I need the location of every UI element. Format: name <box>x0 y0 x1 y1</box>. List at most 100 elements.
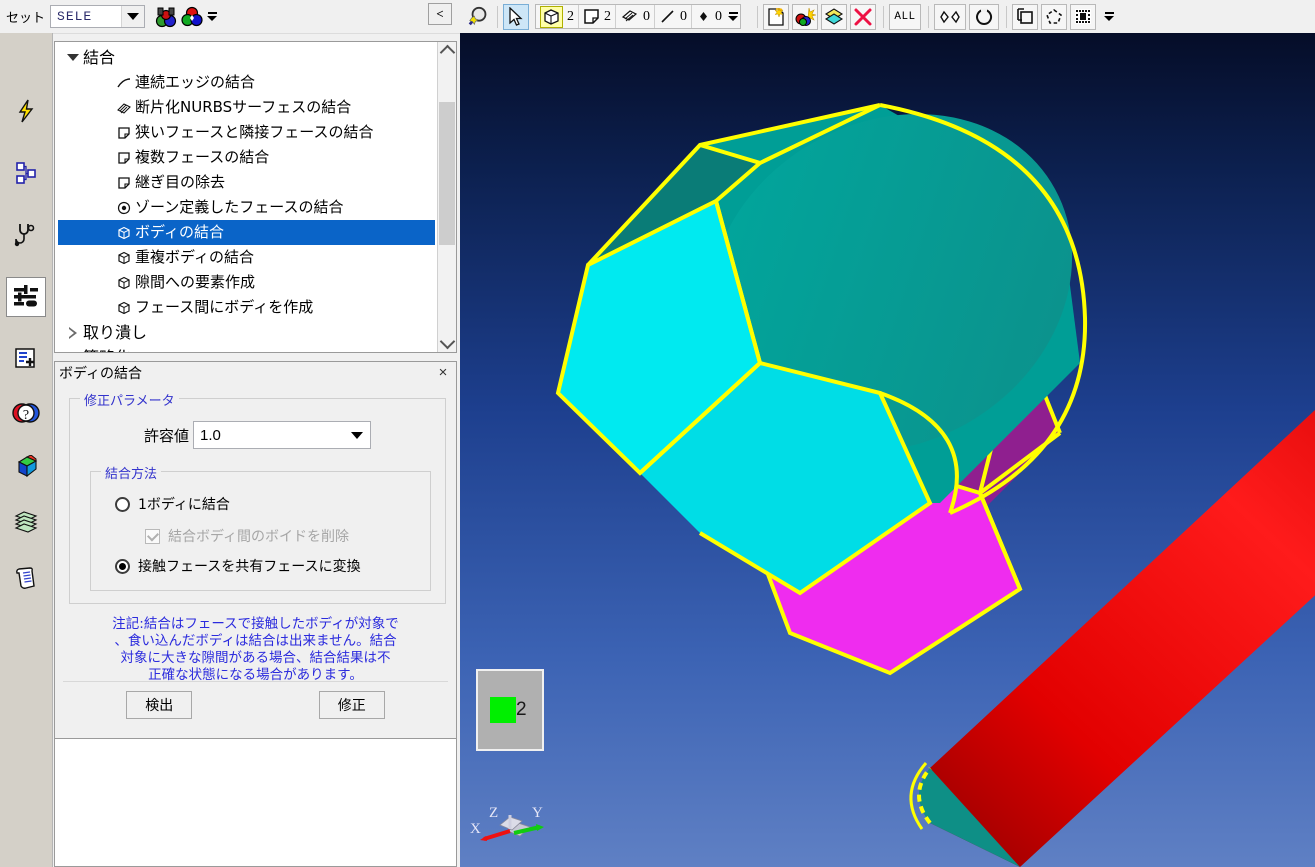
tree-item[interactable]: 連続エッジの結合 <box>55 70 437 95</box>
tool-cleanup-icon[interactable] <box>6 277 46 317</box>
scroll-down-button[interactable] <box>438 333 456 352</box>
face-count[interactable]: 2 <box>578 5 615 28</box>
tree-item[interactable]: 複数フェースの結合 <box>55 145 437 170</box>
selection-toolbar: 2 2 0 0 0 ALL <box>460 0 1315 33</box>
scroll-up-button[interactable] <box>438 42 456 61</box>
tree-item-label: 断片化NURBSサーフェスの結合 <box>135 98 352 116</box>
edge-line-icon <box>661 10 674 23</box>
checkbox-remove-void-label: 結合ボディ間のボイドを削除 <box>168 529 350 545</box>
overflow-bar <box>1104 12 1114 14</box>
tree-item-label: 隙間への要素作成 <box>135 273 256 291</box>
note-line: 対象に大きな隙間がある場合、結合結果は不 <box>120 650 391 666</box>
new-sheet-icon[interactable] <box>763 3 789 30</box>
sliders-icon <box>14 285 38 307</box>
radio-shared-face[interactable]: 接触フェースを共有フェースに変換 <box>115 556 361 576</box>
param-group: 修正パラメータ 許容値 1.0 結合方法 1ボディに結合 結合ボディ間のボイドを… <box>69 390 446 604</box>
two-shapes-icon <box>940 10 960 23</box>
method-group: 結合方法 1ボディに結合 結合ボディ間のボイドを削除 接触フェースを共有フェース… <box>90 463 431 591</box>
chevron-down-icon <box>351 431 363 439</box>
tree-item[interactable]: ゾーン定義したフェースの結合 <box>55 195 437 220</box>
tree-group-label: 簡略化 <box>83 350 131 353</box>
tree-root-label: 結合 <box>83 48 116 67</box>
edge-count[interactable]: 0 <box>654 5 691 28</box>
tree-item[interactable]: 断片化NURBSサーフェスの結合 <box>55 95 437 120</box>
tolerance-combobox[interactable]: 1.0 <box>193 421 371 449</box>
color-burst-icon[interactable] <box>792 3 818 30</box>
tree-vertical-scrollbar[interactable] <box>437 42 456 352</box>
axis-triad-widget[interactable]: X Z Y <box>470 793 560 863</box>
tree-group-collapsed[interactable]: 取り潰し <box>55 320 437 345</box>
color-set-icon[interactable] <box>179 4 205 30</box>
body-icon <box>113 251 135 265</box>
tree-item-selected[interactable]: ボディの結合 <box>58 220 435 245</box>
select-mesh-icon[interactable] <box>1070 3 1096 30</box>
toolbar-overflow-icon[interactable] <box>726 5 740 28</box>
arrow-select-icon[interactable] <box>503 3 529 30</box>
radio-single-body-label: 1ボディに結合 <box>138 497 230 513</box>
dialog-note: 注記:結合はフェースで接触したボディが対象で 、食い込んだボディは結合は出来ませ… <box>71 616 440 684</box>
tree-group-collapsed[interactable]: 簡略化 <box>55 345 437 353</box>
toolbar-overflow-icon[interactable] <box>205 4 219 30</box>
panel-collapse-button[interactable]: < <box>428 3 452 25</box>
radio-single-body[interactable]: 1ボディに結合 <box>115 494 230 514</box>
tolerance-label: 許容値 <box>143 426 189 445</box>
tool-report-icon[interactable] <box>6 558 46 598</box>
tree-item[interactable]: フェース間にボディを作成 <box>55 295 437 320</box>
tool-help-icon[interactable]: ? <box>6 393 46 433</box>
add-list-icon <box>15 348 35 368</box>
tree-group-label: 取り潰し <box>83 323 148 342</box>
scrollbar-thumb[interactable] <box>439 102 455 245</box>
tree-item[interactable]: 重複ボディの結合 <box>55 245 437 270</box>
solid-count-value: 2 <box>567 8 574 24</box>
tool-layers-icon[interactable] <box>6 503 46 543</box>
tree-item[interactable]: 狭いフェースと隣接フェースの結合 <box>55 120 437 145</box>
tool-assembly-icon[interactable] <box>6 153 46 193</box>
tree-item-label: ボディの結合 <box>135 223 224 241</box>
triangle-right-icon[interactable] <box>63 326 83 339</box>
set-combobox[interactable]: SELE <box>50 5 146 28</box>
detect-button[interactable]: 検出 <box>126 691 193 719</box>
select-copy-icon[interactable] <box>1012 3 1038 30</box>
tree-root-node[interactable]: 結合 <box>55 45 437 70</box>
copy-square-icon <box>1017 8 1033 24</box>
vertex-count[interactable]: 0 <box>691 5 726 28</box>
delete-x-icon[interactable] <box>850 3 876 30</box>
toolbar-overflow-icon[interactable] <box>1102 4 1116 30</box>
select-polygon-icon[interactable] <box>1041 3 1067 30</box>
tree-item[interactable]: 隙間への要素作成 <box>55 270 437 295</box>
fix-button[interactable]: 修正 <box>318 691 385 719</box>
tolerance-row: 許容値 1.0 <box>70 421 445 449</box>
tree-item[interactable]: 継ぎ目の除去 <box>55 170 437 195</box>
select-ring-icon[interactable] <box>969 3 999 30</box>
chevron-up-icon <box>439 44 455 61</box>
tool-contour-icon[interactable] <box>6 448 46 488</box>
triangle-right-icon[interactable] <box>63 351 83 352</box>
layers-icon[interactable] <box>821 3 847 30</box>
checkbox-remove-void: 結合ボディ間のボイドを削除 <box>145 526 349 546</box>
combine-bodies-dialog: ボディの結合 × 修正パラメータ 許容値 1.0 結合方法 1ボディに結合 結合… <box>54 361 457 739</box>
toolbar-divider <box>497 5 498 28</box>
dialog-titlebar: ボディの結合 × <box>55 362 456 384</box>
magnifier-plus-icon[interactable] <box>466 4 492 30</box>
triangle-down-icon[interactable] <box>63 54 83 61</box>
face-icon <box>113 151 135 165</box>
contour-plot-icon <box>17 455 38 478</box>
tool-bolt-icon[interactable] <box>6 91 46 131</box>
tool-probe-icon[interactable] <box>6 215 46 255</box>
tolerance-combobox-arrow[interactable] <box>344 422 370 448</box>
select-two-icon[interactable] <box>934 3 966 30</box>
legend-box: 2 <box>476 669 544 751</box>
tree-item-label: ゾーン定義したフェースの結合 <box>135 198 344 216</box>
set-combobox-arrow[interactable] <box>121 6 145 27</box>
vertex-point-icon <box>700 12 707 21</box>
close-icon[interactable]: × <box>436 365 450 380</box>
3d-viewport[interactable]: 2 X Z Y <box>460 33 1315 867</box>
surface-count-value: 0 <box>643 8 650 24</box>
solid-count[interactable]: 2 <box>536 5 578 28</box>
find-set-icon[interactable] <box>153 4 179 30</box>
surface-count[interactable]: 0 <box>615 5 654 28</box>
tool-add-item-icon[interactable] <box>6 339 46 379</box>
select-all-button[interactable]: ALL <box>889 3 921 30</box>
scroll-document-icon <box>16 567 35 589</box>
toolbar-divider <box>883 5 884 28</box>
